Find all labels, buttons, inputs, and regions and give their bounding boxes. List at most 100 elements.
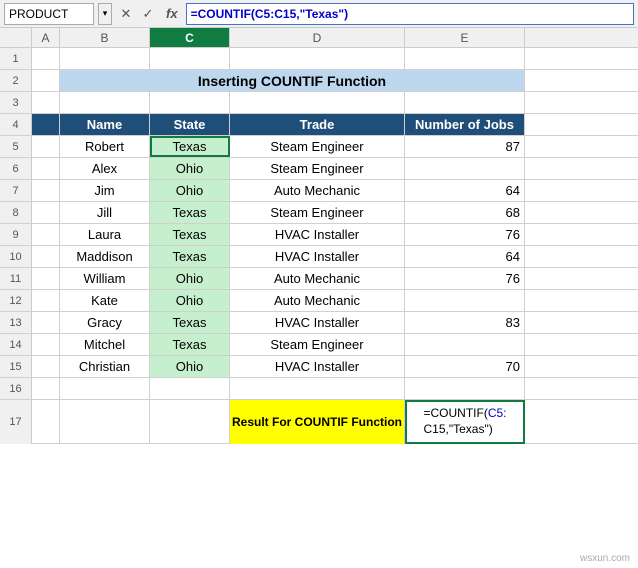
cell-d10[interactable]: HVAC Installer bbox=[230, 246, 405, 267]
cell-c3[interactable] bbox=[150, 92, 230, 113]
cell-c10[interactable]: Texas bbox=[150, 246, 230, 267]
cell-b10[interactable]: Maddison bbox=[60, 246, 150, 267]
cell-a11[interactable] bbox=[32, 268, 60, 289]
cell-b3[interactable] bbox=[60, 92, 150, 113]
formula-input[interactable]: =COUNTIF(C5:C15,"Texas") bbox=[186, 3, 634, 25]
row-num-10: 10 bbox=[0, 246, 32, 267]
formula-bar-icons: ✕ ✓ bbox=[116, 4, 158, 24]
cell-b12[interactable]: Kate bbox=[60, 290, 150, 311]
cell-c4[interactable]: State bbox=[150, 114, 230, 135]
cell-e5[interactable]: 87 bbox=[405, 136, 525, 157]
col-header-a[interactable]: A bbox=[32, 28, 60, 47]
cell-a2[interactable] bbox=[32, 70, 60, 91]
name-box-value: PRODUCT bbox=[9, 7, 68, 21]
cell-b16[interactable] bbox=[60, 378, 150, 399]
cell-a6[interactable] bbox=[32, 158, 60, 179]
cell-b6[interactable]: Alex bbox=[60, 158, 150, 179]
name-box[interactable]: PRODUCT bbox=[4, 3, 94, 25]
cell-d3[interactable] bbox=[230, 92, 405, 113]
cell-a4[interactable] bbox=[32, 114, 60, 135]
cell-c16[interactable] bbox=[150, 378, 230, 399]
name-box-dropdown[interactable]: ▾ bbox=[98, 3, 112, 25]
cell-c11[interactable]: Ohio bbox=[150, 268, 230, 289]
cell-c1[interactable] bbox=[150, 48, 230, 69]
cell-a9[interactable] bbox=[32, 224, 60, 245]
cell-c5[interactable]: Texas bbox=[150, 136, 230, 157]
cell-e11[interactable]: 76 bbox=[405, 268, 525, 289]
cell-c6[interactable]: Ohio bbox=[150, 158, 230, 179]
cell-b9[interactable]: Laura bbox=[60, 224, 150, 245]
header-state: State bbox=[174, 117, 206, 132]
cell-c7[interactable]: Ohio bbox=[150, 180, 230, 201]
cell-a17[interactable] bbox=[32, 400, 60, 444]
cell-b17[interactable] bbox=[60, 400, 150, 444]
cell-a10[interactable] bbox=[32, 246, 60, 267]
table-row: 14 Mitchel Texas Steam Engineer bbox=[0, 334, 638, 356]
cell-d12[interactable]: Auto Mechanic bbox=[230, 290, 405, 311]
cell-b11[interactable]: William bbox=[60, 268, 150, 289]
cell-b8[interactable]: Jill bbox=[60, 202, 150, 223]
cell-b4[interactable]: Name bbox=[60, 114, 150, 135]
cell-a16[interactable] bbox=[32, 378, 60, 399]
cell-e10[interactable]: 64 bbox=[405, 246, 525, 267]
cell-d11[interactable]: Auto Mechanic bbox=[230, 268, 405, 289]
cell-b14[interactable]: Mitchel bbox=[60, 334, 150, 355]
formula-result-cell[interactable]: =COUNTIF(C5:C15,"Texas") bbox=[405, 400, 525, 444]
cancel-icon[interactable]: ✕ bbox=[116, 4, 136, 24]
cell-d5[interactable]: Steam Engineer bbox=[230, 136, 405, 157]
cell-d7[interactable]: Auto Mechanic bbox=[230, 180, 405, 201]
cell-d13[interactable]: HVAC Installer bbox=[230, 312, 405, 333]
cell-c15[interactable]: Ohio bbox=[150, 356, 230, 377]
cell-e9[interactable]: 76 bbox=[405, 224, 525, 245]
cell-b13[interactable]: Gracy bbox=[60, 312, 150, 333]
col-header-b[interactable]: B bbox=[60, 28, 150, 47]
cell-d16[interactable] bbox=[230, 378, 405, 399]
cell-e12[interactable] bbox=[405, 290, 525, 311]
cell-e6[interactable] bbox=[405, 158, 525, 179]
cell-d8[interactable]: Steam Engineer bbox=[230, 202, 405, 223]
cell-e14[interactable] bbox=[405, 334, 525, 355]
cell-c8[interactable]: Texas bbox=[150, 202, 230, 223]
col-header-c[interactable]: C bbox=[150, 28, 230, 47]
cell-d6[interactable]: Steam Engineer bbox=[230, 158, 405, 179]
cell-a15[interactable] bbox=[32, 356, 60, 377]
col-header-e[interactable]: E bbox=[405, 28, 525, 47]
cell-b5[interactable]: Robert bbox=[60, 136, 150, 157]
cell-d14[interactable]: Steam Engineer bbox=[230, 334, 405, 355]
table-header-row: 4 Name State Trade Number of Jobs bbox=[0, 114, 638, 136]
cell-e13[interactable]: 83 bbox=[405, 312, 525, 333]
col-header-d[interactable]: D bbox=[230, 28, 405, 47]
cell-d15[interactable]: HVAC Installer bbox=[230, 356, 405, 377]
cell-a1[interactable] bbox=[32, 48, 60, 69]
cell-c12[interactable]: Ohio bbox=[150, 290, 230, 311]
cell-a12[interactable] bbox=[32, 290, 60, 311]
cell-e8[interactable]: 68 bbox=[405, 202, 525, 223]
cell-e1[interactable] bbox=[405, 48, 525, 69]
cell-c17[interactable] bbox=[150, 400, 230, 444]
cell-b7[interactable]: Jim bbox=[60, 180, 150, 201]
cell-e7[interactable]: 64 bbox=[405, 180, 525, 201]
cell-a13[interactable] bbox=[32, 312, 60, 333]
table-row: 13 Gracy Texas HVAC Installer 83 bbox=[0, 312, 638, 334]
cell-a14[interactable] bbox=[32, 334, 60, 355]
cell-c9[interactable]: Texas bbox=[150, 224, 230, 245]
cell-d9[interactable]: HVAC Installer bbox=[230, 224, 405, 245]
cell-d4[interactable]: Trade bbox=[230, 114, 405, 135]
cell-a7[interactable] bbox=[32, 180, 60, 201]
result-label-cell[interactable]: Result For COUNTIF Function bbox=[230, 400, 405, 444]
cell-a5[interactable] bbox=[32, 136, 60, 157]
cell-e4[interactable]: Number of Jobs bbox=[405, 114, 525, 135]
cell-b1[interactable] bbox=[60, 48, 150, 69]
cell-b15[interactable]: Christian bbox=[60, 356, 150, 377]
table-row: 11 William Ohio Auto Mechanic 76 bbox=[0, 268, 638, 290]
cell-a3[interactable] bbox=[32, 92, 60, 113]
cell-e15[interactable]: 70 bbox=[405, 356, 525, 377]
cell-e3[interactable] bbox=[405, 92, 525, 113]
cell-c13[interactable]: Texas bbox=[150, 312, 230, 333]
spreadsheet-grid: 1 2 Inserting COUNTIF Function 3 4 bbox=[0, 48, 638, 444]
cell-e16[interactable] bbox=[405, 378, 525, 399]
cell-d1[interactable] bbox=[230, 48, 405, 69]
cell-c14[interactable]: Texas bbox=[150, 334, 230, 355]
cell-a8[interactable] bbox=[32, 202, 60, 223]
confirm-icon[interactable]: ✓ bbox=[138, 4, 158, 24]
